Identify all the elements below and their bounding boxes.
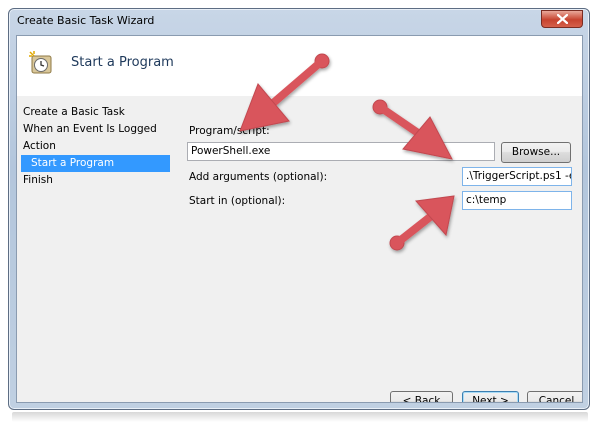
- close-button[interactable]: [541, 10, 583, 28]
- wizard-client-area: Start a Program Create a Basic Task When…: [16, 35, 583, 403]
- back-button[interactable]: < Back: [390, 391, 453, 402]
- close-icon: [557, 14, 568, 24]
- start-in-input[interactable]: c:\temp: [462, 191, 572, 210]
- add-arguments-input[interactable]: .\TriggerScript.ps1 -even: [462, 167, 572, 186]
- next-button[interactable]: Next >: [462, 391, 519, 402]
- step-start-a-program[interactable]: Start a Program: [21, 155, 170, 172]
- step-create-basic-task[interactable]: Create a Basic Task: [17, 104, 177, 121]
- add-arguments-label: Add arguments (optional):: [189, 171, 328, 183]
- task-scheduler-clock-icon: [29, 51, 52, 74]
- wizard-window: Create Basic Task Wizard Start a Program…: [8, 8, 590, 410]
- title-bar[interactable]: Create Basic Task Wizard: [9, 9, 589, 35]
- browse-button[interactable]: Browse...: [501, 142, 571, 163]
- program-script-input[interactable]: PowerShell.exe: [187, 142, 495, 161]
- step-finish[interactable]: Finish: [17, 172, 177, 189]
- wizard-header: Start a Program: [17, 36, 582, 96]
- page-title: Start a Program: [71, 55, 174, 70]
- program-script-label: Program/script:: [189, 125, 270, 137]
- step-when-event-logged[interactable]: When an Event Is Logged: [17, 121, 177, 138]
- window-shadow: [12, 412, 588, 422]
- start-in-label: Start in (optional):: [189, 195, 286, 207]
- wizard-steps: Create a Basic Task When an Event Is Log…: [17, 104, 177, 189]
- window-title: Create Basic Task Wizard: [17, 14, 155, 27]
- cancel-button[interactable]: Cancel: [527, 391, 582, 402]
- step-action[interactable]: Action: [17, 138, 177, 155]
